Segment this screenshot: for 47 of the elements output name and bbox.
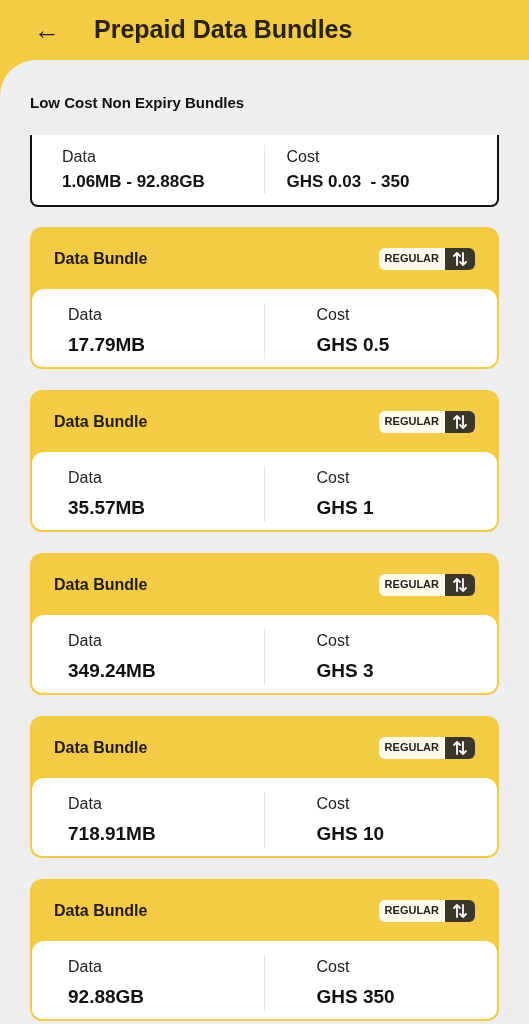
swap-arrows-icon	[452, 413, 468, 430]
bundle-title: Data Bundle	[54, 411, 148, 432]
swap-arrows-icon	[452, 576, 468, 593]
cost-label: Cost	[316, 630, 351, 651]
tag-label: REGULAR	[383, 740, 440, 756]
back-button[interactable]: ←	[34, 17, 60, 43]
bundle-title: Data Bundle	[54, 737, 148, 758]
swap-arrows-icon	[452, 250, 468, 267]
cost-label: Cost	[316, 956, 351, 977]
cost-value: GHS 1	[316, 495, 375, 520]
data-value: 349.24MB	[68, 658, 157, 683]
data-label: Data	[62, 146, 97, 167]
page-title: Prepaid Data Bundles	[94, 14, 353, 46]
cost-range: GHS 0.03 - 350	[286, 170, 411, 193]
data-value: 17.79MB	[68, 332, 147, 357]
swap-arrows-icon	[452, 902, 468, 919]
bundle-title: Data Bundle	[54, 900, 148, 921]
tag-label: REGULAR	[383, 251, 440, 267]
tag-label: REGULAR	[383, 577, 440, 593]
data-range: 1.06MB - 92.88GB	[62, 170, 206, 193]
data-label: Data	[68, 467, 103, 488]
cost-value: GHS 10	[316, 821, 386, 846]
bundle-card[interactable]: Data Bundle REGULAR Data 35.57MB Cost GHS 1	[30, 389, 499, 532]
cost-label: Cost	[286, 146, 321, 167]
cost-value: GHS 350	[316, 984, 396, 1009]
cost-value: GHS 0.5	[316, 332, 391, 357]
data-label: Data	[68, 793, 103, 814]
bundle-title: Data Bundle	[54, 248, 148, 269]
bundle-card[interactable]: Data Bundle REGULAR Data 17.79MB Cost GHS 0.5	[30, 226, 499, 369]
cost-value: GHS 3	[316, 658, 375, 683]
cost-label: Cost	[316, 793, 351, 814]
cost-label: Cost	[316, 304, 351, 325]
section-title: Low Cost Non Expiry Bundles	[30, 93, 246, 113]
data-value: 92.88GB	[68, 984, 146, 1009]
bundle-card[interactable]: Data Bundle REGULAR Data 718.91MB Cost GHS 10	[30, 715, 499, 858]
data-value: 718.91MB	[68, 821, 157, 846]
swap-arrows-icon	[452, 739, 468, 756]
data-label: Data	[68, 630, 103, 651]
tag-label: REGULAR	[383, 414, 440, 430]
data-value: 35.57MB	[68, 495, 147, 520]
data-label: Data	[68, 304, 103, 325]
data-label: Data	[68, 956, 103, 977]
cost-label: Cost	[316, 467, 351, 488]
bundle-card[interactable]: Data Bundle REGULAR Data 92.88GB Cost GHS 350	[30, 878, 499, 1021]
tag-label: REGULAR	[383, 903, 440, 919]
bundle-title: Data Bundle	[54, 574, 148, 595]
bundle-card[interactable]: Data Bundle REGULAR Data 349.24MB Cost GHS 3	[30, 552, 499, 695]
